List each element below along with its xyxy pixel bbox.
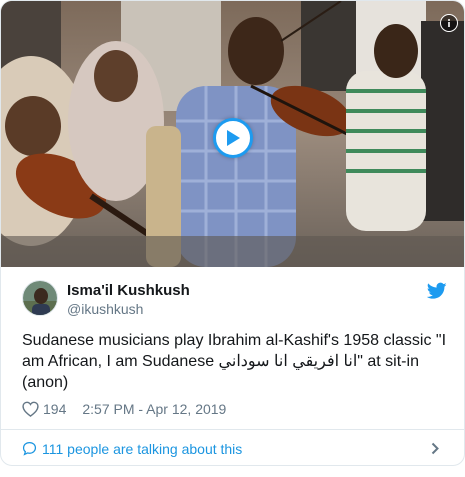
embedded-tweet-card: Isma'il Kushkush @ikushkush Sudanese mus… bbox=[0, 0, 465, 466]
conversation-link[interactable]: 111 people are talking about this bbox=[1, 430, 464, 465]
play-button[interactable] bbox=[213, 118, 253, 158]
info-button[interactable] bbox=[440, 14, 458, 32]
like-button[interactable]: 194 bbox=[22, 401, 66, 417]
speech-bubble-icon bbox=[22, 441, 37, 456]
tweet-header: Isma'il Kushkush @ikushkush bbox=[22, 280, 447, 318]
display-name[interactable]: Isma'il Kushkush bbox=[67, 281, 190, 300]
heart-icon bbox=[22, 401, 39, 417]
twitter-bird-icon[interactable] bbox=[427, 282, 447, 300]
info-icon bbox=[448, 19, 450, 27]
chevron-right-icon bbox=[431, 442, 439, 455]
conversation-label: 111 people are talking about this bbox=[42, 440, 243, 457]
play-icon bbox=[227, 130, 240, 146]
avatar[interactable] bbox=[22, 280, 58, 316]
avatar-image bbox=[23, 281, 57, 315]
tweet-text: Sudanese musicians play Ibrahim al-Kashi… bbox=[22, 332, 447, 391]
tweet-timestamp[interactable]: 2:57 PM - Apr 12, 2019 bbox=[82, 401, 226, 417]
video-thumbnail[interactable] bbox=[1, 1, 464, 267]
user-handle[interactable]: @ikushkush bbox=[67, 300, 190, 318]
tweet-meta: 194 2:57 PM - Apr 12, 2019 bbox=[22, 400, 226, 418]
like-count: 194 bbox=[43, 401, 67, 417]
